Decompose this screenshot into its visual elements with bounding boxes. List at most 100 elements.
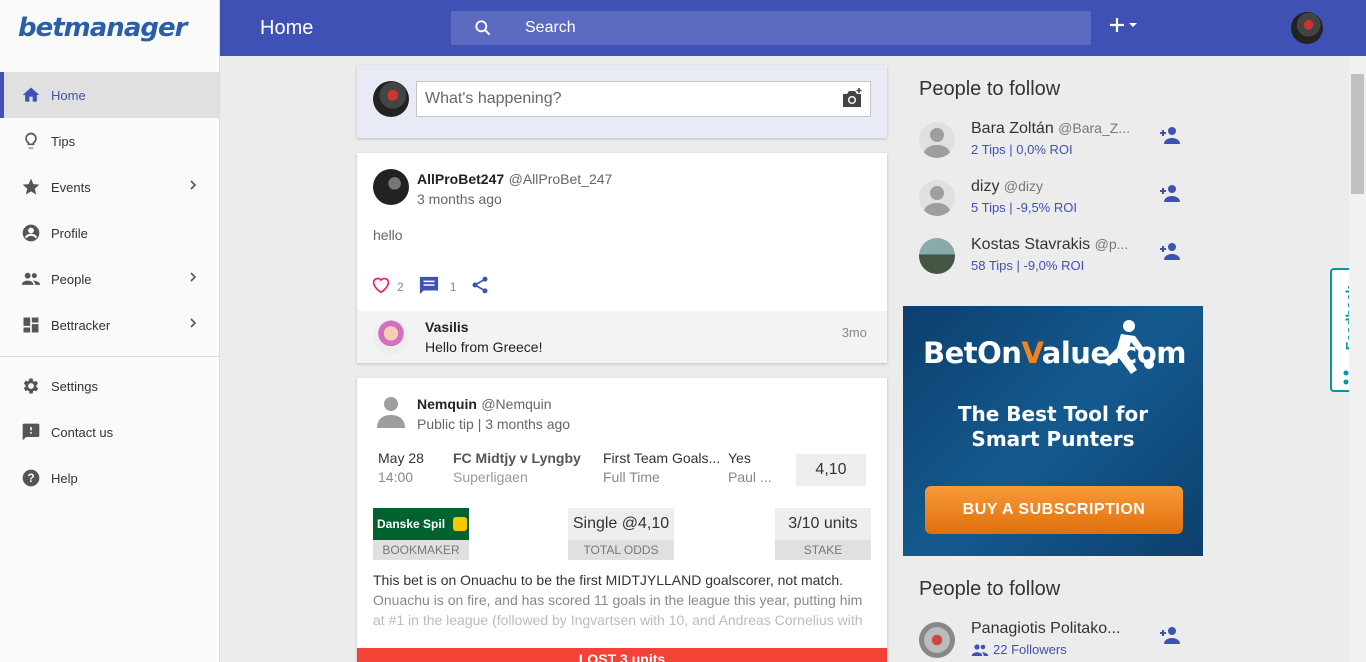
bookmaker-box[interactable]: Danske Spil BOOKMAKER bbox=[373, 508, 469, 560]
person-add-icon bbox=[1160, 127, 1180, 144]
avatar[interactable] bbox=[919, 238, 955, 274]
top-bar: Home Search bbox=[220, 0, 1366, 56]
person-add-icon bbox=[1160, 627, 1180, 644]
avatar[interactable] bbox=[919, 622, 955, 658]
tip-match[interactable]: FC Midtjy v Lyngby bbox=[453, 450, 581, 466]
like-count: 2 bbox=[397, 279, 404, 294]
avatar[interactable] bbox=[919, 180, 955, 216]
sidebar-item-events[interactable]: Events bbox=[0, 164, 219, 210]
search-input[interactable]: Search bbox=[525, 19, 576, 37]
sidebar-item-tips[interactable]: Tips bbox=[0, 118, 219, 164]
bookmaker-logo[interactable]: Danske Spil bbox=[373, 508, 469, 540]
sidebar-nav: Home Tips Events Profile People Bettrack… bbox=[0, 72, 219, 501]
follow-name[interactable]: dizy @dizy bbox=[971, 178, 1141, 196]
sidebar-item-label: Help bbox=[51, 470, 78, 486]
sidebar-item-settings[interactable]: Settings bbox=[0, 363, 219, 409]
add-photo-icon[interactable] bbox=[840, 87, 864, 114]
follow-name[interactable]: Bara Zoltán @Bara_Z... bbox=[971, 120, 1141, 138]
author-handle[interactable]: @Nemquin bbox=[481, 396, 551, 412]
tip-description: This bet is on Onuachu to be the first M… bbox=[373, 570, 873, 630]
post-card: AllProBet247 @AllProBet_247 3 months ago… bbox=[357, 153, 887, 363]
follow-stats[interactable]: 2 Tips | 0,0% ROI bbox=[971, 142, 1073, 157]
scrollbar-thumb[interactable] bbox=[1351, 74, 1364, 194]
tip-selection-sub: Paul ... bbox=[728, 469, 772, 485]
people-icon bbox=[971, 643, 989, 656]
author-name[interactable]: Nemquin bbox=[417, 396, 477, 412]
avatar[interactable] bbox=[373, 169, 409, 205]
feedback-icon bbox=[20, 421, 42, 443]
follow-name-text: dizy bbox=[971, 178, 1000, 195]
sidebar-item-profile[interactable]: Profile bbox=[0, 210, 219, 256]
stake-label: STAKE bbox=[775, 540, 871, 560]
create-button[interactable] bbox=[1108, 16, 1138, 34]
sidebar-item-bettracker[interactable]: Bettracker bbox=[0, 302, 219, 348]
sidebar-item-people[interactable]: People bbox=[0, 256, 219, 302]
post-time[interactable]: 3 months ago bbox=[417, 191, 502, 207]
compose-box: What's happening? bbox=[357, 65, 887, 138]
gear-icon bbox=[20, 375, 42, 397]
buy-subscription-button[interactable]: BUY A SUBSCRIPTION bbox=[925, 486, 1183, 534]
tip-date: May 28 14:00 bbox=[378, 450, 424, 485]
follower-count: 22 Followers bbox=[993, 642, 1067, 657]
follow-name[interactable]: Kostas Stavrakis @p... bbox=[971, 236, 1141, 254]
status-placeholder: What's happening? bbox=[425, 90, 562, 107]
follow-stats[interactable]: 5 Tips | -9,5% ROI bbox=[971, 200, 1077, 215]
author-handle[interactable]: @AllProBet_247 bbox=[509, 171, 613, 187]
tip-date-day: May 28 bbox=[378, 450, 424, 466]
follow-button[interactable] bbox=[1158, 624, 1182, 651]
comment-row: Vasilis Hello from Greece! 3mo bbox=[357, 311, 887, 363]
star-icon bbox=[20, 176, 42, 198]
follow-handle: @dizy bbox=[1003, 178, 1044, 194]
share-icon[interactable] bbox=[470, 275, 490, 298]
comment-count: 1 bbox=[449, 279, 457, 294]
comment-time: 3mo bbox=[841, 325, 867, 340]
account-icon bbox=[20, 222, 42, 244]
comment-icon[interactable] bbox=[418, 275, 440, 298]
follow-button[interactable] bbox=[1158, 182, 1182, 209]
sidebar: betmanager Home Tips Events Profile Peop… bbox=[0, 0, 220, 662]
advertisement-banner[interactable]: BetOnValue.com The Best Tool for Smart P… bbox=[903, 306, 1203, 556]
follow-suggestion: Bara Zoltán @Bara_Z... 2 Tips | 0,0% ROI bbox=[919, 120, 1189, 166]
follow-stats[interactable]: 58 Tips | -9,0% ROI bbox=[971, 258, 1084, 273]
avatar bbox=[373, 81, 409, 117]
sidebar-item-contact[interactable]: Contact us bbox=[0, 409, 219, 455]
brand-logo[interactable]: betmanager bbox=[0, 0, 219, 56]
post-actions: 2 1 bbox=[371, 275, 490, 298]
total-odds-label: TOTAL ODDS bbox=[568, 540, 674, 560]
tip-event[interactable]: FC Midtjy v Lyngby Superligaen bbox=[453, 450, 581, 485]
caret-down-icon bbox=[1129, 23, 1137, 27]
status-input[interactable]: What's happening? bbox=[416, 81, 871, 117]
bookmaker-name: Danske Spil bbox=[377, 517, 446, 531]
follow-name-text: Kostas Stavrakis bbox=[971, 236, 1091, 253]
follow-suggestion: Kostas Stavrakis @p... 58 Tips | -9,0% R… bbox=[919, 236, 1189, 282]
post-body: hello bbox=[373, 227, 403, 243]
tip-market: First Team Goals... Full Time bbox=[603, 450, 720, 485]
avatar[interactable] bbox=[919, 122, 955, 158]
dashboard-icon bbox=[20, 314, 42, 336]
sidebar-item-home[interactable]: Home bbox=[0, 72, 219, 118]
follow-stats[interactable]: 22 Followers bbox=[971, 642, 1067, 657]
chevron-right-icon bbox=[187, 317, 199, 332]
post-author: Nemquin @Nemquin bbox=[417, 396, 552, 414]
sidebar-item-help[interactable]: ? Help bbox=[0, 455, 219, 501]
tip-date-time: 14:00 bbox=[378, 469, 414, 485]
search-bar[interactable]: Search bbox=[451, 11, 1091, 45]
user-avatar[interactable] bbox=[1291, 12, 1323, 44]
chevron-right-icon bbox=[187, 179, 199, 194]
follow-handle: @p... bbox=[1094, 236, 1129, 252]
avatar[interactable] bbox=[373, 392, 409, 428]
follow-suggestion: Panagiotis Politako... 22 Followers bbox=[919, 620, 1189, 662]
comment-author[interactable]: Vasilis bbox=[425, 319, 469, 335]
heart-icon[interactable] bbox=[371, 276, 391, 297]
follow-button[interactable] bbox=[1158, 240, 1182, 267]
tip-period: Full Time bbox=[603, 469, 660, 485]
avatar[interactable] bbox=[373, 319, 409, 355]
follow-name[interactable]: Panagiotis Politako... bbox=[971, 620, 1141, 638]
tip-card: Nemquin @Nemquin Public tip | 3 months a… bbox=[357, 378, 887, 662]
author-name[interactable]: AllProBet247 bbox=[417, 171, 504, 187]
odds-value: 4,10 bbox=[796, 454, 866, 486]
page-title: Home bbox=[260, 17, 314, 39]
follow-button[interactable] bbox=[1158, 124, 1182, 151]
help-icon: ? bbox=[20, 467, 42, 489]
stake-value: 3/10 units bbox=[775, 508, 871, 540]
